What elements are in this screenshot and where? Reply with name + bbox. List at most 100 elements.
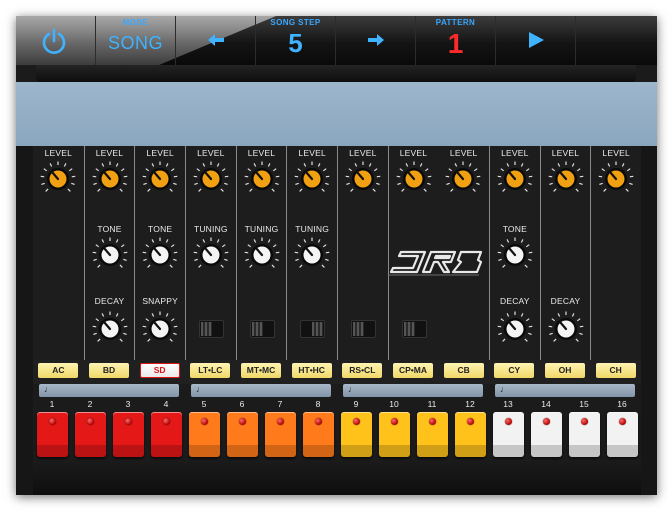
step-pad-4[interactable] [150,412,182,457]
step-pad-12[interactable] [454,412,486,457]
level-label: LEVEL [95,148,124,158]
play-icon [529,32,544,48]
channel-strip-cy: LEVEL TONE DECAY [489,146,540,360]
instrument-button-cp-ma[interactable]: CP•MA [393,363,433,378]
step-pad-10[interactable] [378,412,410,457]
step-led [48,418,56,425]
channel-strips: LEVEL LEVEL TONE DECAY LEVEL TONE SNAPPY LEVEL T… [33,146,641,360]
level-label: LEVEL [146,148,174,158]
channel-strip-ac: LEVEL [33,146,84,360]
step-led [124,418,132,425]
bottom-strip [33,462,641,495]
step-pad-6[interactable] [226,412,258,457]
toggle-switch-rs[interactable] [351,320,376,338]
instrument-button-lt-lc[interactable]: LT•LC [190,363,231,378]
decay-knob-cy[interactable] [496,310,534,348]
step-pad-5[interactable] [188,412,220,457]
level-knob-ch[interactable] [597,160,635,198]
level-knob-sd[interactable] [141,160,179,198]
arrow-right-icon [368,34,384,46]
pattern-value: 1 [447,28,464,59]
decay-knob-bd[interactable] [91,310,129,348]
toggle-switch-cp[interactable] [401,320,427,338]
instrument-button-ht-hc[interactable]: HT•HC [291,363,332,378]
instrument-button-rs-cl[interactable]: RS•CL [342,363,383,378]
tuning-knob-ht[interactable] [293,236,331,274]
group-bar-4[interactable]: ♩ [495,384,635,397]
step-number: 15 [579,399,589,409]
instrument-button-ch[interactable]: CH [595,363,636,378]
play-button[interactable] [496,16,576,65]
step-number: 6 [239,399,245,409]
tuning-knob-mt[interactable] [243,236,281,274]
instrument-button-mt-mc[interactable]: MT•MC [241,363,281,378]
level-knob-cp[interactable] [395,160,433,198]
step-forward-button[interactable] [336,16,416,65]
decay-label: DECAY [550,296,581,306]
note-icon: ♩ [500,384,509,394]
toggle-switch-ht[interactable] [300,320,326,338]
level-knob-cb[interactable] [444,160,482,198]
step-pad-7[interactable] [264,412,296,457]
level-label: LEVEL [44,148,73,158]
step-number: 13 [503,399,513,409]
step-led [86,418,94,425]
instrument-button-sd[interactable]: SD [139,363,180,378]
step-number: 9 [353,399,359,409]
tuning-knob-lt[interactable] [192,236,230,274]
mode-selector[interactable]: MODE SONG [96,16,176,65]
group-bar-2[interactable]: ♩ [191,384,331,397]
group-bar-row: ♩ ♩ ♩ ♩ [33,384,641,398]
level-knob-lt[interactable] [192,160,230,198]
note-icon: ♩ [196,384,205,394]
level-knob-ac[interactable] [39,160,77,198]
instrument-button-cy[interactable]: CY [494,363,535,378]
power-button[interactable] [16,16,96,65]
toggle-switch-lt[interactable] [199,320,224,338]
step-led [542,418,550,425]
tone-knob-bd[interactable] [91,236,129,274]
step-pad-2[interactable] [74,412,106,457]
display-slot [36,65,636,82]
level-knob-oh[interactable] [547,160,585,198]
step-number: 5 [201,399,207,409]
step-pad-11[interactable] [416,412,448,457]
step-pad-13[interactable] [492,412,524,457]
decay-knob-oh[interactable] [547,310,585,348]
switch-thumb [353,322,364,336]
channel-strip-cb: LEVEL [438,146,489,360]
level-knob-rs[interactable] [344,160,382,198]
step-pad-8[interactable] [302,412,334,457]
channel-strip-ht: LEVEL TUNING [286,146,337,360]
snappy-knob-sd[interactable] [141,310,179,348]
top-bar: MODE SONG SONG STEP 5 PATTERN 1 [16,16,657,65]
instrument-button-ac[interactable]: AC [38,363,79,378]
level-knob-cy[interactable] [496,160,534,198]
level-knob-bd[interactable] [91,160,129,198]
tuning-label: TUNING [295,224,330,234]
step-pad-9[interactable] [340,412,372,457]
instrument-button-oh[interactable]: OH [545,363,585,378]
step-pad-3[interactable] [112,412,144,457]
group-bar-1[interactable]: ♩ [39,384,179,397]
level-knob-mt[interactable] [243,160,281,198]
step-number: 8 [315,399,321,409]
pattern-selector[interactable]: PATTERN 1 [416,16,496,65]
step-pad-14[interactable] [530,412,562,457]
step-pad-1[interactable] [36,412,68,457]
step-led [580,418,588,425]
step-pad-16[interactable] [606,412,638,457]
drum-machine-app: MODE SONG SONG STEP 5 PATTERN 1 LEVEL LE… [16,16,657,495]
step-number: 2 [87,399,93,409]
step-back-button[interactable] [176,16,256,65]
level-knob-ht[interactable] [293,160,331,198]
tone-knob-cy[interactable] [496,236,534,274]
toggle-switch-mt[interactable] [249,320,275,338]
instrument-button-cb[interactable]: CB [443,363,484,378]
group-bar-3[interactable]: ♩ [343,384,483,397]
tone-knob-sd[interactable] [141,236,179,274]
step-pad-15[interactable] [568,412,600,457]
instrument-button-bd[interactable]: BD [89,363,129,378]
song-step-label: SONG STEP [270,18,321,27]
tuning-label: TUNING [193,224,228,234]
